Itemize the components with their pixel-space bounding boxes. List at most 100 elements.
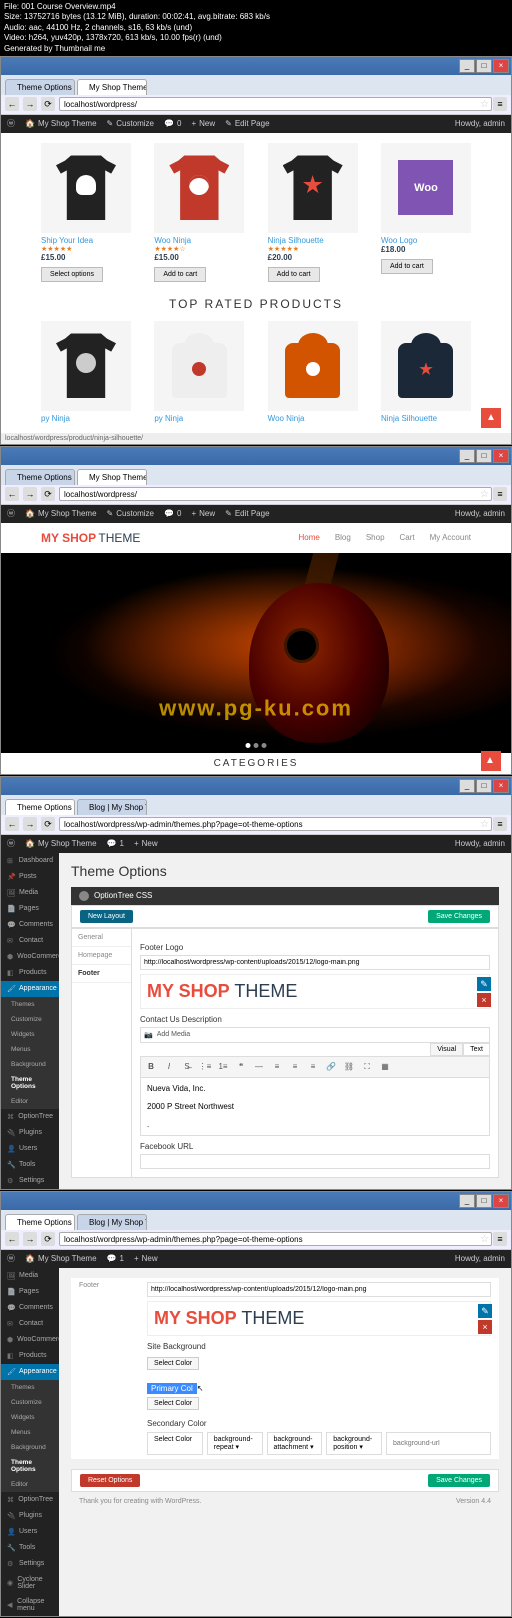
product-name[interactable]: Ship Your Idea xyxy=(41,236,131,245)
menu-products[interactable]: ◧Products xyxy=(1,965,59,981)
comments-link[interactable]: 💬 0 xyxy=(164,119,181,128)
logo-url-input[interactable] xyxy=(140,955,490,970)
tab-theme-options[interactable]: Theme Options ‹ M... xyxy=(5,799,75,815)
add-to-cart-button[interactable]: Add to cart xyxy=(381,259,433,274)
menu-media[interactable]: 🖼Media xyxy=(1,885,59,901)
add-media-button[interactable]: 📷 Add Media xyxy=(140,1027,490,1043)
product-image[interactable] xyxy=(381,321,471,411)
quote-button[interactable]: ❝ xyxy=(234,1060,248,1074)
fullscreen-button[interactable]: ⛶ xyxy=(360,1060,374,1074)
minimize-button[interactable]: _ xyxy=(459,779,475,793)
product-name[interactable]: py Ninja xyxy=(154,414,244,423)
maximize-button[interactable]: □ xyxy=(476,1194,492,1208)
minimize-button[interactable]: _ xyxy=(459,1194,475,1208)
bookmark-icon[interactable]: ☆ xyxy=(480,99,489,110)
close-button[interactable]: × xyxy=(493,1194,509,1208)
menu-widgets[interactable]: Widgets xyxy=(1,1027,59,1042)
select-options-button[interactable]: Select options xyxy=(41,267,103,282)
bullet-list-button[interactable]: ⋮≡ xyxy=(198,1060,212,1074)
reload-button[interactable]: ⟳ xyxy=(41,817,55,831)
tab-general[interactable]: General xyxy=(72,929,131,947)
menu-pages[interactable]: 📄Pages xyxy=(1,1284,59,1300)
reload-button[interactable]: ⟳ xyxy=(41,1232,55,1246)
menu-tools[interactable]: 🔧Tools xyxy=(1,1540,59,1556)
menu-menus[interactable]: Menus xyxy=(1,1425,59,1440)
new-link[interactable]: + New xyxy=(134,839,158,848)
slider-dot[interactable] xyxy=(254,743,259,748)
back-button[interactable]: ← xyxy=(5,97,19,111)
product-name[interactable]: Woo Logo xyxy=(381,236,471,245)
product-image[interactable] xyxy=(154,143,244,233)
menu-editor[interactable]: Editor xyxy=(1,1094,59,1109)
menu-button[interactable]: ≡ xyxy=(493,97,507,111)
menu-comments[interactable]: 💬Comments1 xyxy=(1,1300,59,1316)
forward-button[interactable]: → xyxy=(23,97,37,111)
menu-contact[interactable]: ✉Contact xyxy=(1,933,59,949)
menu-optiontree[interactable]: ⌘OptionTree xyxy=(1,1109,59,1125)
tab-visual[interactable]: Visual xyxy=(430,1043,463,1056)
product-name[interactable]: Woo Ninja xyxy=(154,236,244,245)
delete-logo-button[interactable]: × xyxy=(477,993,491,1007)
site-logo[interactable]: MY SHOP THEME xyxy=(41,531,140,545)
menu-comments[interactable]: 💬Comments1 xyxy=(1,917,59,933)
menu-button[interactable]: ≡ xyxy=(493,817,507,831)
tab-footer[interactable]: Footer xyxy=(72,965,131,983)
url-input[interactable] xyxy=(59,817,492,831)
reload-button[interactable]: ⟳ xyxy=(41,97,55,111)
menu-cyclone[interactable]: ◉Cyclone Slider xyxy=(1,1572,59,1594)
tab-theme-options[interactable]: Theme Options ‹ M... xyxy=(5,469,75,485)
reload-button[interactable]: ⟳ xyxy=(41,487,55,501)
save-changes-button[interactable]: Save Changes xyxy=(428,1474,490,1487)
hr-button[interactable]: — xyxy=(252,1060,266,1074)
menu-optiontree[interactable]: ⌘OptionTree xyxy=(1,1492,59,1508)
menu-users[interactable]: 👤Users xyxy=(1,1524,59,1540)
menu-appearance[interactable]: 🖌Appearance xyxy=(1,981,59,997)
bg-position-select[interactable]: background-position ▾ xyxy=(326,1432,382,1455)
menu-customize[interactable]: Customize xyxy=(1,1395,59,1410)
select-color-button[interactable]: Select Color xyxy=(147,1397,199,1410)
bg-attachment-select[interactable]: background-attachment ▾ xyxy=(267,1432,323,1455)
menu-plugins[interactable]: 🔌Plugins xyxy=(1,1125,59,1141)
menu-tools[interactable]: 🔧Tools xyxy=(1,1157,59,1173)
comments-link[interactable]: 💬 1 xyxy=(107,839,124,848)
bg-url-input[interactable] xyxy=(386,1432,491,1455)
menu-users[interactable]: 👤Users xyxy=(1,1141,59,1157)
menu-products[interactable]: ◧Products xyxy=(1,1348,59,1364)
menu-woocommerce[interactable]: ⬢WooCommerce xyxy=(1,1332,59,1348)
select-color-button[interactable]: Select Color xyxy=(147,1357,199,1370)
hero-slider[interactable] xyxy=(1,553,511,753)
new-link[interactable]: + New xyxy=(191,509,215,518)
customize-link[interactable]: ✎ Customize xyxy=(107,119,155,128)
menu-themes[interactable]: Themes xyxy=(1,997,59,1012)
number-list-button[interactable]: 1≡ xyxy=(216,1060,230,1074)
url-input[interactable] xyxy=(59,97,492,111)
menu-button[interactable]: ≡ xyxy=(493,1232,507,1246)
product-image[interactable] xyxy=(41,321,131,411)
menu-pages[interactable]: 📄Pages xyxy=(1,901,59,917)
menu-collapse[interactable]: ◀Collapse menu xyxy=(1,1594,59,1616)
tab-theme-options[interactable]: Theme Options ‹ M... xyxy=(5,79,75,95)
new-link[interactable]: + New xyxy=(191,119,215,128)
menu-widgets[interactable]: Widgets xyxy=(1,1410,59,1425)
wp-logo-icon[interactable]: ⓦ xyxy=(7,838,15,849)
scroll-top-button[interactable]: ▲ xyxy=(481,408,501,428)
menu-customize[interactable]: Customize xyxy=(1,1012,59,1027)
product-image[interactable] xyxy=(41,143,131,233)
edit-logo-button[interactable]: ✎ xyxy=(478,1304,492,1318)
tab-theme-options[interactable]: Theme Options ‹ M... xyxy=(5,1214,75,1230)
comments-link[interactable]: 💬 0 xyxy=(164,509,181,518)
slider-dot[interactable] xyxy=(246,743,251,748)
product-name[interactable]: py Ninja xyxy=(41,414,131,423)
user-greeting[interactable]: Howdy, admin xyxy=(455,839,505,848)
product-image[interactable] xyxy=(268,143,358,233)
bg-repeat-select[interactable]: background-repeat ▾ xyxy=(207,1432,263,1455)
menu-dashboard[interactable]: ⊞Dashboard xyxy=(1,853,59,869)
close-button[interactable]: × xyxy=(493,59,509,73)
product-image[interactable] xyxy=(268,321,358,411)
forward-button[interactable]: → xyxy=(23,1232,37,1246)
tab-shop-theme[interactable]: My Shop Theme | Ju... xyxy=(77,469,147,485)
site-link[interactable]: 🏠 My Shop Theme xyxy=(25,119,97,128)
slider-dot[interactable] xyxy=(262,743,267,748)
scroll-top-button[interactable]: ▲ xyxy=(481,751,501,771)
menu-theme-options[interactable]: Theme Options xyxy=(1,1455,59,1477)
